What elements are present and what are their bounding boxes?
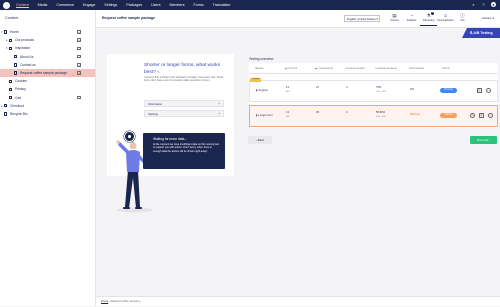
next-test-button[interactable]: Next test ›	[470, 136, 497, 144]
testing-overview-title: Testing overview	[249, 57, 274, 61]
conversion-rate-value: 4	[346, 86, 348, 89]
breadcrumb: Home › Request coffee sample p...	[96, 296, 500, 306]
col-variant: VARIANT	[255, 68, 264, 70]
col-improvement: IMPROVEMENT	[409, 68, 425, 70]
more-icon[interactable]: ⋯	[486, 88, 491, 93]
testing-overview-table: VARIANT ▣ VISITORS ▣ CONVERSIONS CONVERS…	[249, 63, 498, 128]
visitors-value: 13	[286, 111, 289, 114]
conversions-value: 35	[316, 111, 319, 114]
col-status: STATUS	[442, 68, 450, 70]
visitors-value: 13	[286, 86, 289, 89]
breadcrumb-current: Request coffee sample p...	[110, 300, 143, 303]
conversion-rate-value: 4	[346, 111, 348, 114]
conversion-range-sub: 1.6% - 1.8%	[376, 116, 386, 118]
col-conversion-rate: CONVERSION RATE	[345, 68, 365, 70]
trophy-icon[interactable]: ♔	[470, 113, 475, 118]
visitors-share: 40%	[286, 116, 290, 118]
conversions-value: 27	[316, 86, 319, 89]
chart-icon[interactable]: ▥	[477, 88, 482, 93]
advice-title: Waiting for more data...	[153, 137, 188, 141]
table-row[interactable]: ▮ Longer form 13 40% 35 4 58.96% 1.6% - …	[249, 105, 498, 127]
status-badge: Running	[440, 88, 457, 93]
chart-icon[interactable]: ▥	[479, 113, 484, 118]
status-badge: Paused	[440, 113, 457, 118]
advice-text: At the moment we have insufficient data …	[153, 143, 220, 153]
conversion-range-value: 58.96%	[376, 111, 386, 114]
variant-name: ▮ Original	[256, 89, 268, 92]
improvement-value: Winning	[410, 113, 420, 116]
col-visitors: ▣ VISITORS	[285, 68, 298, 70]
visitors-share: 40%	[286, 91, 290, 93]
breadcrumb-home[interactable]: Home	[101, 300, 108, 303]
back-button[interactable]: ‹ Back	[248, 136, 272, 144]
table-row[interactable]: Original ▮ Original 13 40% 27 4 73% 1.6%…	[249, 78, 498, 102]
person-illustration	[116, 140, 153, 213]
col-conversions: ▣ CONVERSIONS	[315, 68, 333, 70]
table-header: VARIANT ▣ VISITORS ▣ CONVERSIONS CONVERS…	[249, 66, 498, 74]
conversion-range-value: 73%	[376, 86, 382, 89]
more-icon[interactable]: ⋯	[488, 113, 493, 118]
improvement-value: 0%	[410, 88, 414, 91]
variant-name: ▮ Longer form	[256, 114, 273, 117]
bubble-marker-icon	[124, 131, 135, 142]
original-tag: Original	[250, 78, 261, 82]
advice-bubble: Waiting for more data... At the moment w…	[143, 133, 225, 169]
col-conversion-range: CONVERSION RANGE	[375, 68, 397, 70]
conversion-range-sub: 1.6% - 1.8%	[376, 91, 386, 93]
